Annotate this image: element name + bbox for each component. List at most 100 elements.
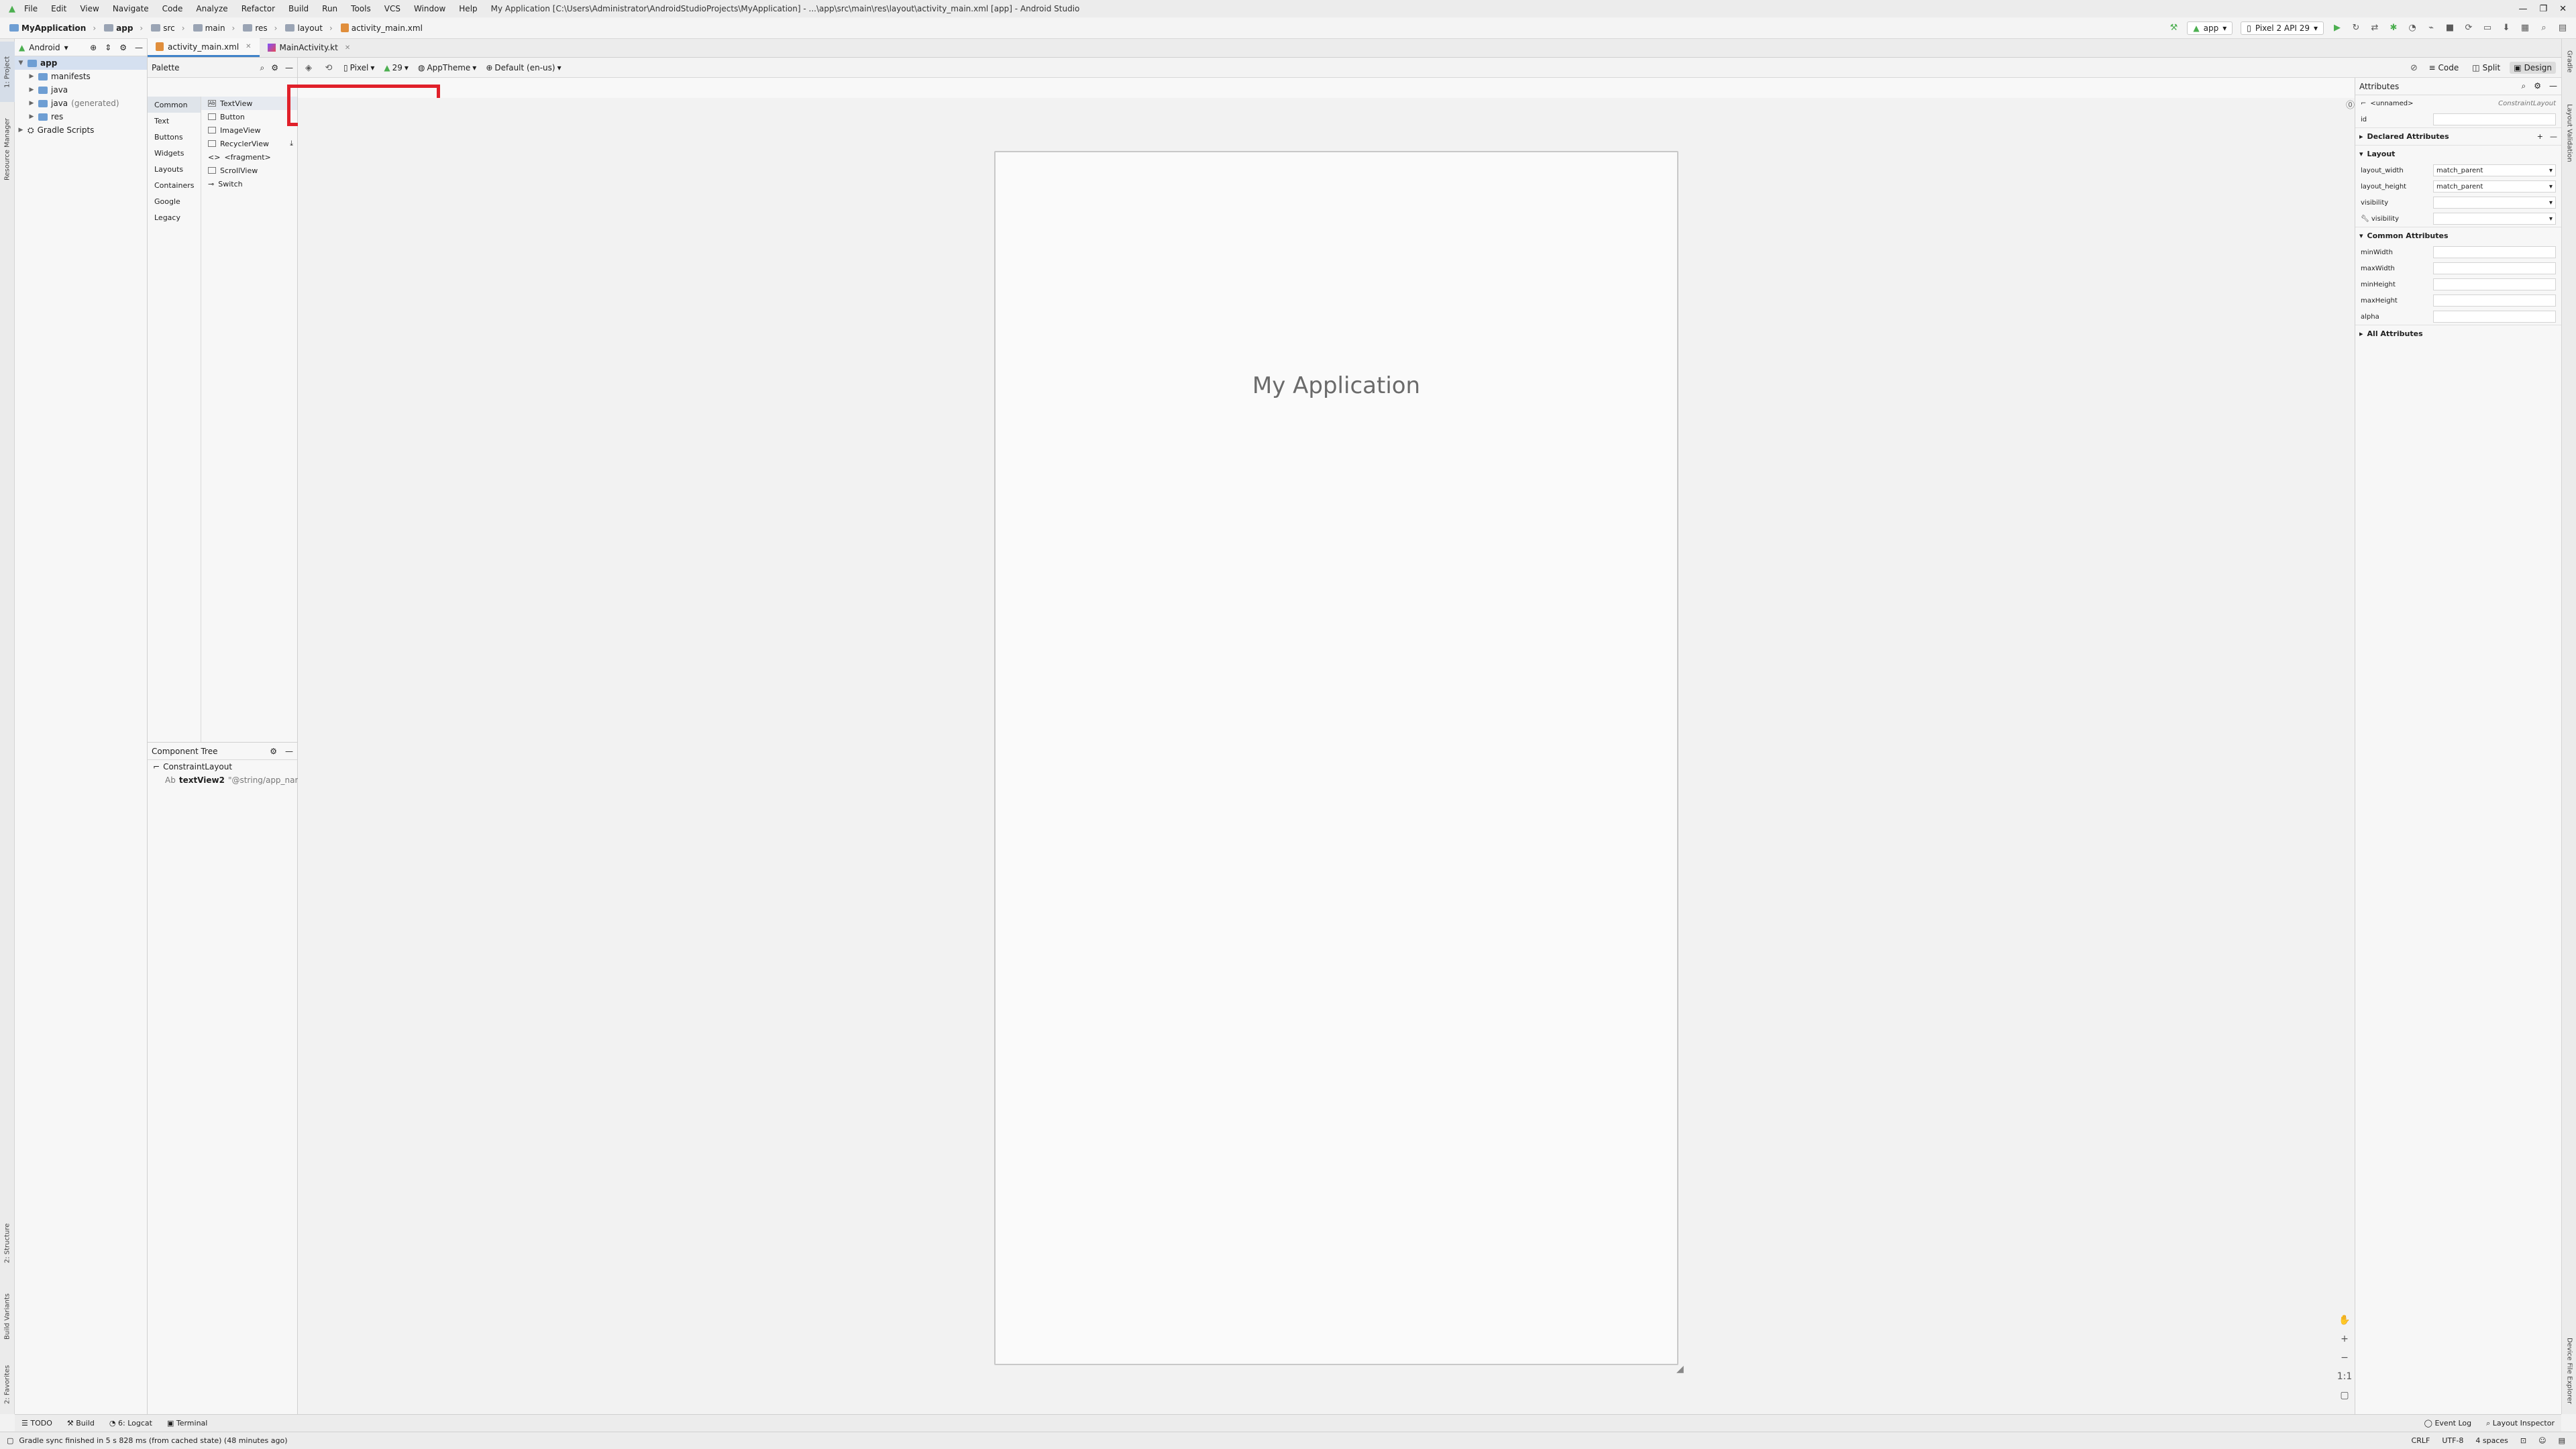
issues-icon[interactable]: ⓪	[2346, 98, 2355, 111]
debug-icon[interactable]: ✱	[2388, 23, 2399, 34]
tools-visibility-select[interactable]: ▾	[2433, 213, 2556, 225]
menu-analyze[interactable]: Analyze	[189, 0, 234, 17]
orientation-icon[interactable]: ⟲	[323, 62, 334, 73]
settings-icon[interactable]: ▤	[2557, 23, 2568, 34]
gear-icon[interactable]: ⚙	[2534, 81, 2541, 91]
zoom-actual-icon[interactable]: 1:1	[2337, 1371, 2353, 1382]
hammer-icon[interactable]: ⚒	[2168, 23, 2179, 34]
palette-category-buttons[interactable]: Buttons	[148, 129, 201, 145]
locale-select[interactable]: ⊕ Default (en-us) ▾	[486, 63, 561, 72]
palette-item-switch[interactable]: ⊸ Switch	[201, 177, 297, 191]
resource-manager-tab[interactable]: Resource Manager	[0, 106, 15, 193]
design-surface-icon[interactable]: ◈	[303, 62, 314, 73]
breadcrumb-main[interactable]: main ›	[189, 23, 239, 33]
app-title-text[interactable]: My Application	[996, 372, 1677, 399]
chevron-down-icon[interactable]: ▾	[64, 43, 68, 52]
line-separator[interactable]: CRLF	[2412, 1436, 2430, 1445]
hide-icon[interactable]: —	[135, 43, 143, 52]
menu-file[interactable]: File	[17, 0, 44, 17]
chevron-right-icon[interactable]: ▶	[28, 73, 35, 80]
tab-main-activity[interactable]: MainActivity.kt ✕	[260, 38, 359, 57]
zoom-fit-icon[interactable]: ▢	[2340, 1390, 2349, 1401]
locate-icon[interactable]: ⊕	[90, 43, 97, 52]
chevron-down-icon[interactable]: ▼	[17, 60, 24, 66]
chevron-right-icon[interactable]: ▶	[28, 113, 35, 120]
close-icon[interactable]: ✕	[2559, 4, 2567, 14]
palette-category-google[interactable]: Google	[148, 193, 201, 209]
project-view-select[interactable]: Android	[29, 43, 60, 52]
breadcrumb-project[interactable]: MyApplication ›	[5, 23, 100, 33]
declared-attributes-section[interactable]: ▸ Declared Attributes + —	[2355, 127, 2561, 145]
resize-handle-icon[interactable]: ◢	[1676, 1364, 1688, 1376]
collapse-all-icon[interactable]: ⇕	[105, 43, 111, 52]
lock-icon[interactable]: ⊡	[2520, 1436, 2526, 1445]
chevron-right-icon[interactable]: ▶	[28, 100, 35, 107]
device-for-preview-select[interactable]: ▯ Pixel ▾	[343, 63, 374, 72]
menu-build[interactable]: Build	[282, 0, 315, 17]
breadcrumb-app[interactable]: app ›	[100, 23, 147, 33]
palette-category-text[interactable]: Text	[148, 113, 201, 129]
tree-item-manifests[interactable]: ▶ manifests	[15, 70, 147, 83]
close-tab-icon[interactable]: ✕	[246, 43, 251, 50]
tree-item-constraintlayout[interactable]: ⌐ ConstraintLayout	[148, 760, 297, 773]
hide-icon[interactable]: —	[2549, 81, 2557, 91]
zoom-in-icon[interactable]: +	[2341, 1334, 2349, 1344]
attach-debugger-icon[interactable]: ⌁	[2426, 23, 2436, 34]
breadcrumb-src[interactable]: src ›	[147, 23, 189, 33]
visibility-select[interactable]: ▾	[2433, 197, 2556, 209]
remove-icon[interactable]: —	[2550, 132, 2557, 141]
palette-category-widgets[interactable]: Widgets	[148, 145, 201, 161]
palette-category-common[interactable]: Common	[148, 97, 201, 113]
hide-icon[interactable]: —	[285, 63, 293, 73]
sync-gradle-icon[interactable]: ⟳	[2463, 23, 2474, 34]
palette-item-recyclerview[interactable]: RecyclerView ⤓	[201, 137, 297, 150]
palette-item-scrollview[interactable]: ScrollView	[201, 164, 297, 177]
breadcrumb-file[interactable]: activity_main.xml	[337, 23, 427, 33]
device-file-explorer-tab[interactable]: Device File Explorer	[2562, 1327, 2576, 1414]
palette-category-containers[interactable]: Containers	[148, 177, 201, 193]
design-mode-button[interactable]: ▣ Design	[2510, 62, 2556, 74]
avd-manager-icon[interactable]: ▭	[2482, 23, 2493, 34]
layout-inspector-tab[interactable]: ⌕ Layout Inspector	[2486, 1419, 2555, 1428]
run-icon[interactable]: ▶	[2332, 23, 2343, 34]
stop-icon[interactable]: ■	[2445, 23, 2455, 34]
structure-tab[interactable]: 2: Structure	[0, 1213, 15, 1273]
menu-window[interactable]: Window	[407, 0, 452, 17]
menu-tools[interactable]: Tools	[344, 0, 378, 17]
logcat-tab[interactable]: ◔ 6: Logcat	[109, 1419, 152, 1428]
tree-item-app[interactable]: ▼ app	[15, 56, 147, 70]
maxheight-input[interactable]	[2433, 294, 2556, 307]
event-log-tab[interactable]: ◯ Event Log	[2424, 1419, 2471, 1428]
breadcrumb-layout[interactable]: layout ›	[281, 23, 336, 33]
design-canvas[interactable]: ⓪ My Application ◢ ✋ + − 1:1 ▢	[298, 98, 2355, 1414]
id-input[interactable]	[2433, 113, 2556, 125]
theme-select[interactable]: ◍ AppTheme ▾	[418, 63, 476, 72]
zoom-out-icon[interactable]: −	[2341, 1352, 2349, 1363]
restore-icon[interactable]: ❐	[2539, 4, 2547, 14]
menu-edit[interactable]: Edit	[44, 0, 73, 17]
tree-item-java-generated[interactable]: ▶ java (generated)	[15, 97, 147, 110]
menu-view[interactable]: View	[73, 0, 105, 17]
terminal-tab[interactable]: ▣ Terminal	[167, 1419, 207, 1428]
chevron-right-icon[interactable]: ▶	[17, 127, 24, 133]
layout-section[interactable]: ▾ Layout	[2355, 145, 2561, 162]
tree-item-textview2[interactable]: Ab textView2 "@string/app_name"	[148, 773, 311, 787]
palette-category-layouts[interactable]: Layouts	[148, 161, 201, 177]
minheight-input[interactable]	[2433, 278, 2556, 290]
profile-icon[interactable]: ◔	[2407, 23, 2418, 34]
tree-item-java[interactable]: ▶ java	[15, 83, 147, 97]
sdk-manager-icon[interactable]: ⬇	[2501, 23, 2512, 34]
menu-refactor[interactable]: Refactor	[235, 0, 282, 17]
add-icon[interactable]: +	[2537, 132, 2543, 141]
layout-inspector-icon[interactable]: ▦	[2520, 23, 2530, 34]
inspector-icon[interactable]: ☺	[2538, 1436, 2546, 1445]
search-icon[interactable]: ⌕	[2522, 81, 2526, 91]
tree-item-gradle-scripts[interactable]: ▶ ⛭ Gradle Scripts	[15, 123, 147, 137]
gear-icon[interactable]: ⚙	[119, 43, 127, 52]
api-level-select[interactable]: ▲ 29 ▾	[384, 63, 409, 72]
warning-icon[interactable]: ⊘	[2408, 62, 2419, 73]
palette-item-fragment[interactable]: <> <fragment>	[201, 150, 297, 164]
apply-changes-icon[interactable]: ↻	[2351, 23, 2361, 34]
breadcrumb-res[interactable]: res ›	[239, 23, 281, 33]
palette-item-imageview[interactable]: ImageView	[201, 123, 297, 137]
